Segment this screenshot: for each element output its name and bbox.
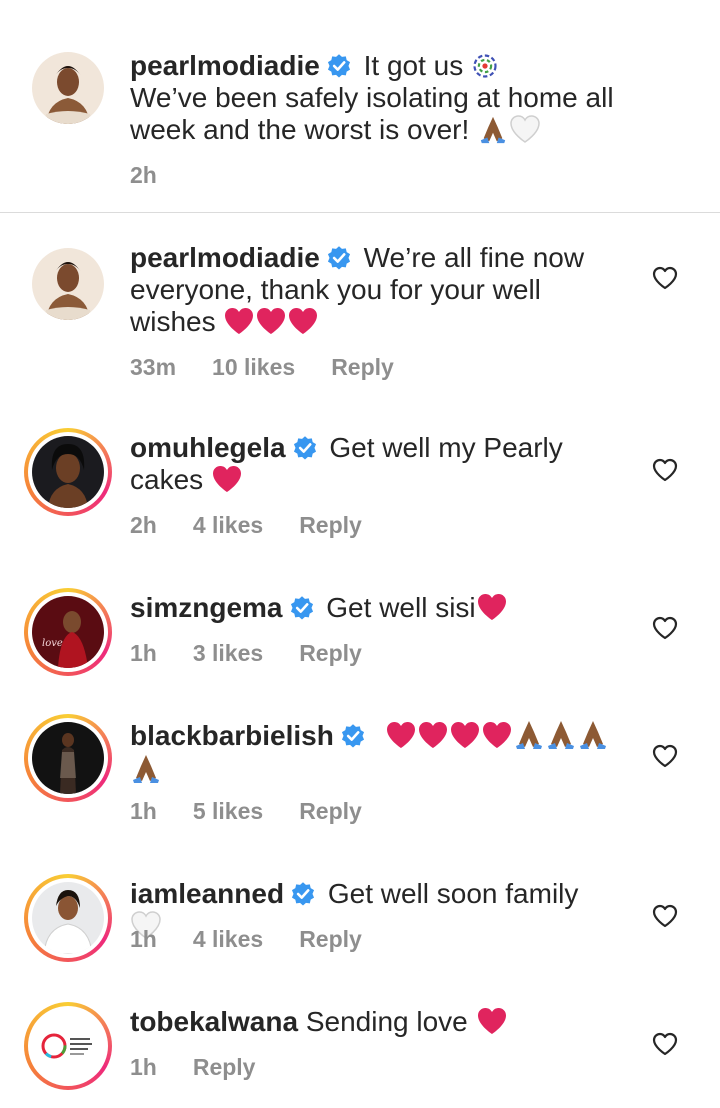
- comment-time: 1h: [130, 640, 157, 666]
- comment-body: Get well sisi: [326, 592, 476, 623]
- comment-text: simzngema Get well sisi: [130, 592, 610, 624]
- comment-time: 1h: [130, 1054, 157, 1080]
- comment-username[interactable]: pearlmodiadie: [130, 242, 320, 273]
- red-heart-emoji: [385, 720, 417, 750]
- reply-button[interactable]: Reply: [299, 640, 362, 666]
- comment-text: pearlmodiadie We’re all fine now everyon…: [130, 242, 610, 338]
- comment-time: 1h: [130, 798, 157, 824]
- comment-meta: 2h 4 likes Reply: [130, 512, 398, 539]
- red-heart-emoji: [287, 306, 319, 336]
- comment-username[interactable]: tobekalwana: [130, 1006, 298, 1037]
- like-heart-outline-icon[interactable]: [652, 616, 678, 640]
- avatar-pearlmodiadie[interactable]: [32, 248, 104, 320]
- comment-time: 33m: [130, 354, 177, 380]
- comment-likes[interactable]: 4 likes: [193, 926, 263, 952]
- vaccine-ribbon-emoji: [471, 52, 499, 80]
- red-heart-emoji: [449, 720, 481, 750]
- comment-body: Get well soon family: [327, 878, 579, 909]
- like-heart-outline-icon[interactable]: [652, 458, 678, 482]
- red-heart-emoji: [476, 1006, 508, 1036]
- praying-hands-emoji: [577, 718, 609, 750]
- comment-text: blackbarbielish: [130, 718, 610, 786]
- reply-button[interactable]: Reply: [299, 798, 362, 824]
- reply-button[interactable]: Reply: [193, 1054, 256, 1080]
- verified-badge-icon: [292, 435, 318, 461]
- red-heart-emoji: [417, 720, 449, 750]
- comment-time: 2h: [130, 512, 157, 538]
- red-heart-emoji: [476, 592, 508, 622]
- comment-username[interactable]: iamleanned: [130, 878, 284, 909]
- comment-meta: 33m 10 likes Reply: [130, 354, 430, 381]
- red-heart-emoji: [223, 306, 255, 336]
- comment-meta: 1h 4 likes Reply: [130, 926, 398, 953]
- like-heart-outline-icon[interactable]: [652, 266, 678, 290]
- caption-text-prefix: It got us: [363, 50, 464, 81]
- comment-meta: 1h Reply: [130, 1054, 291, 1081]
- praying-hands-emoji: [545, 718, 577, 750]
- verified-badge-icon: [326, 53, 352, 79]
- post-caption: pearlmodiadie It got us We’ve been safel…: [0, 0, 720, 213]
- comment-time: 1h: [130, 926, 157, 952]
- comment-username[interactable]: simzngema: [130, 592, 283, 623]
- comment-text: omuhlegela Get well my Pearly cakes: [130, 432, 610, 496]
- comment-body: Sending love: [305, 1006, 468, 1037]
- white-heart-emoji: [509, 114, 541, 144]
- svg-text:love: love: [42, 638, 63, 649]
- caption-text: pearlmodiadie It got us We’ve been safel…: [130, 50, 630, 146]
- verified-badge-icon: [289, 595, 315, 621]
- avatar-pearlmodiadie[interactable]: [32, 52, 104, 124]
- comment-likes[interactable]: 3 likes: [193, 640, 263, 666]
- comment-meta: 1h 3 likes Reply: [130, 640, 398, 667]
- like-heart-outline-icon[interactable]: [652, 744, 678, 768]
- caption-meta: 2h: [130, 162, 193, 189]
- comment-text: tobekalwana Sending love: [130, 1006, 610, 1038]
- comment-meta: 1h 5 likes Reply: [130, 798, 398, 825]
- verified-badge-icon: [326, 245, 352, 271]
- comment-username[interactable]: omuhlegela: [130, 432, 286, 463]
- comment-likes[interactable]: 10 likes: [212, 354, 295, 380]
- praying-hands-emoji: [130, 752, 162, 784]
- caption-time: 2h: [130, 162, 157, 188]
- comment-likes[interactable]: 5 likes: [193, 798, 263, 824]
- reply-button[interactable]: Reply: [299, 512, 362, 538]
- avatar-tobekalwana[interactable]: [24, 1002, 112, 1090]
- like-heart-outline-icon[interactable]: [652, 1032, 678, 1056]
- avatar-iamleanned[interactable]: [24, 874, 112, 962]
- comment-likes[interactable]: 4 likes: [193, 512, 263, 538]
- like-heart-outline-icon[interactable]: [652, 904, 678, 928]
- avatar-blackbarbielish[interactable]: [24, 714, 112, 802]
- comment-username[interactable]: blackbarbielish: [130, 720, 334, 751]
- praying-hands-emoji: [477, 114, 509, 144]
- avatar-simzngema[interactable]: love: [24, 588, 112, 676]
- reply-button[interactable]: Reply: [299, 926, 362, 952]
- red-heart-emoji: [481, 720, 513, 750]
- praying-hands-emoji: [513, 718, 545, 750]
- avatar-omuhlegela[interactable]: [24, 428, 112, 516]
- verified-badge-icon: [340, 723, 366, 749]
- red-heart-emoji: [211, 464, 243, 494]
- verified-badge-icon: [290, 881, 316, 907]
- red-heart-emoji: [255, 306, 287, 336]
- reply-button[interactable]: Reply: [331, 354, 394, 380]
- caption-username[interactable]: pearlmodiadie: [130, 50, 320, 81]
